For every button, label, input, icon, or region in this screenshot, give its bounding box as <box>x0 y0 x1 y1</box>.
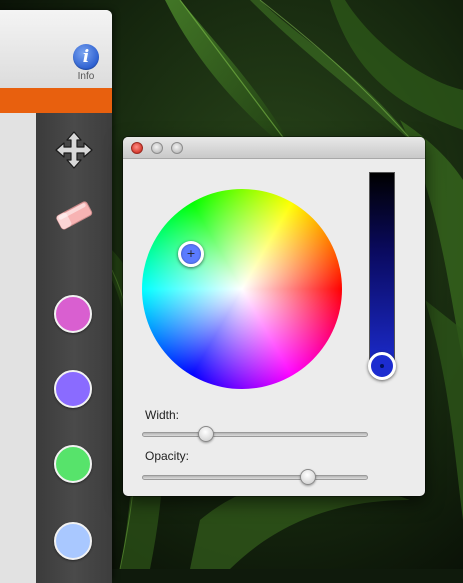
color-swatch[interactable] <box>54 295 94 335</box>
app-toolbar: i Info <box>0 10 112 88</box>
opacity-slider[interactable] <box>142 469 368 485</box>
window-titlebar[interactable] <box>123 137 425 159</box>
zoom-button[interactable] <box>171 142 183 154</box>
move-arrows-icon <box>55 131 93 169</box>
accent-bar <box>0 88 112 113</box>
info-button[interactable]: i Info <box>71 44 101 90</box>
color-wheel[interactable] <box>142 189 342 389</box>
tool-palette <box>36 113 112 583</box>
close-button[interactable] <box>131 142 143 154</box>
color-wheel-surface <box>142 189 342 389</box>
info-icon: i <box>73 44 99 70</box>
color-swatch[interactable] <box>54 522 94 562</box>
eraser-icon <box>56 201 93 230</box>
app-window: i Info <box>0 10 112 583</box>
width-label: Width: <box>145 408 180 422</box>
info-label: Info <box>77 71 95 82</box>
color-swatch-green <box>54 445 92 483</box>
minimize-button[interactable] <box>151 142 163 154</box>
color-wheel-handle[interactable] <box>178 241 204 267</box>
color-swatch[interactable] <box>54 370 94 410</box>
opacity-slider-thumb[interactable] <box>299 469 316 485</box>
move-tool-button[interactable] <box>54 130 94 170</box>
color-swatch-light-blue <box>54 522 92 560</box>
brightness-slider[interactable] <box>369 172 395 372</box>
width-slider[interactable] <box>142 426 368 442</box>
eraser-tool-button[interactable] <box>54 195 94 235</box>
color-picker-window: Width: Opacity: <box>123 137 425 496</box>
opacity-label: Opacity: <box>145 449 190 463</box>
canvas-area[interactable] <box>0 113 36 583</box>
color-swatch-magenta <box>54 295 92 333</box>
width-slider-thumb[interactable] <box>198 426 215 442</box>
color-swatch[interactable] <box>54 445 94 485</box>
brightness-handle[interactable] <box>368 352 396 380</box>
color-swatch-purple <box>54 370 92 408</box>
